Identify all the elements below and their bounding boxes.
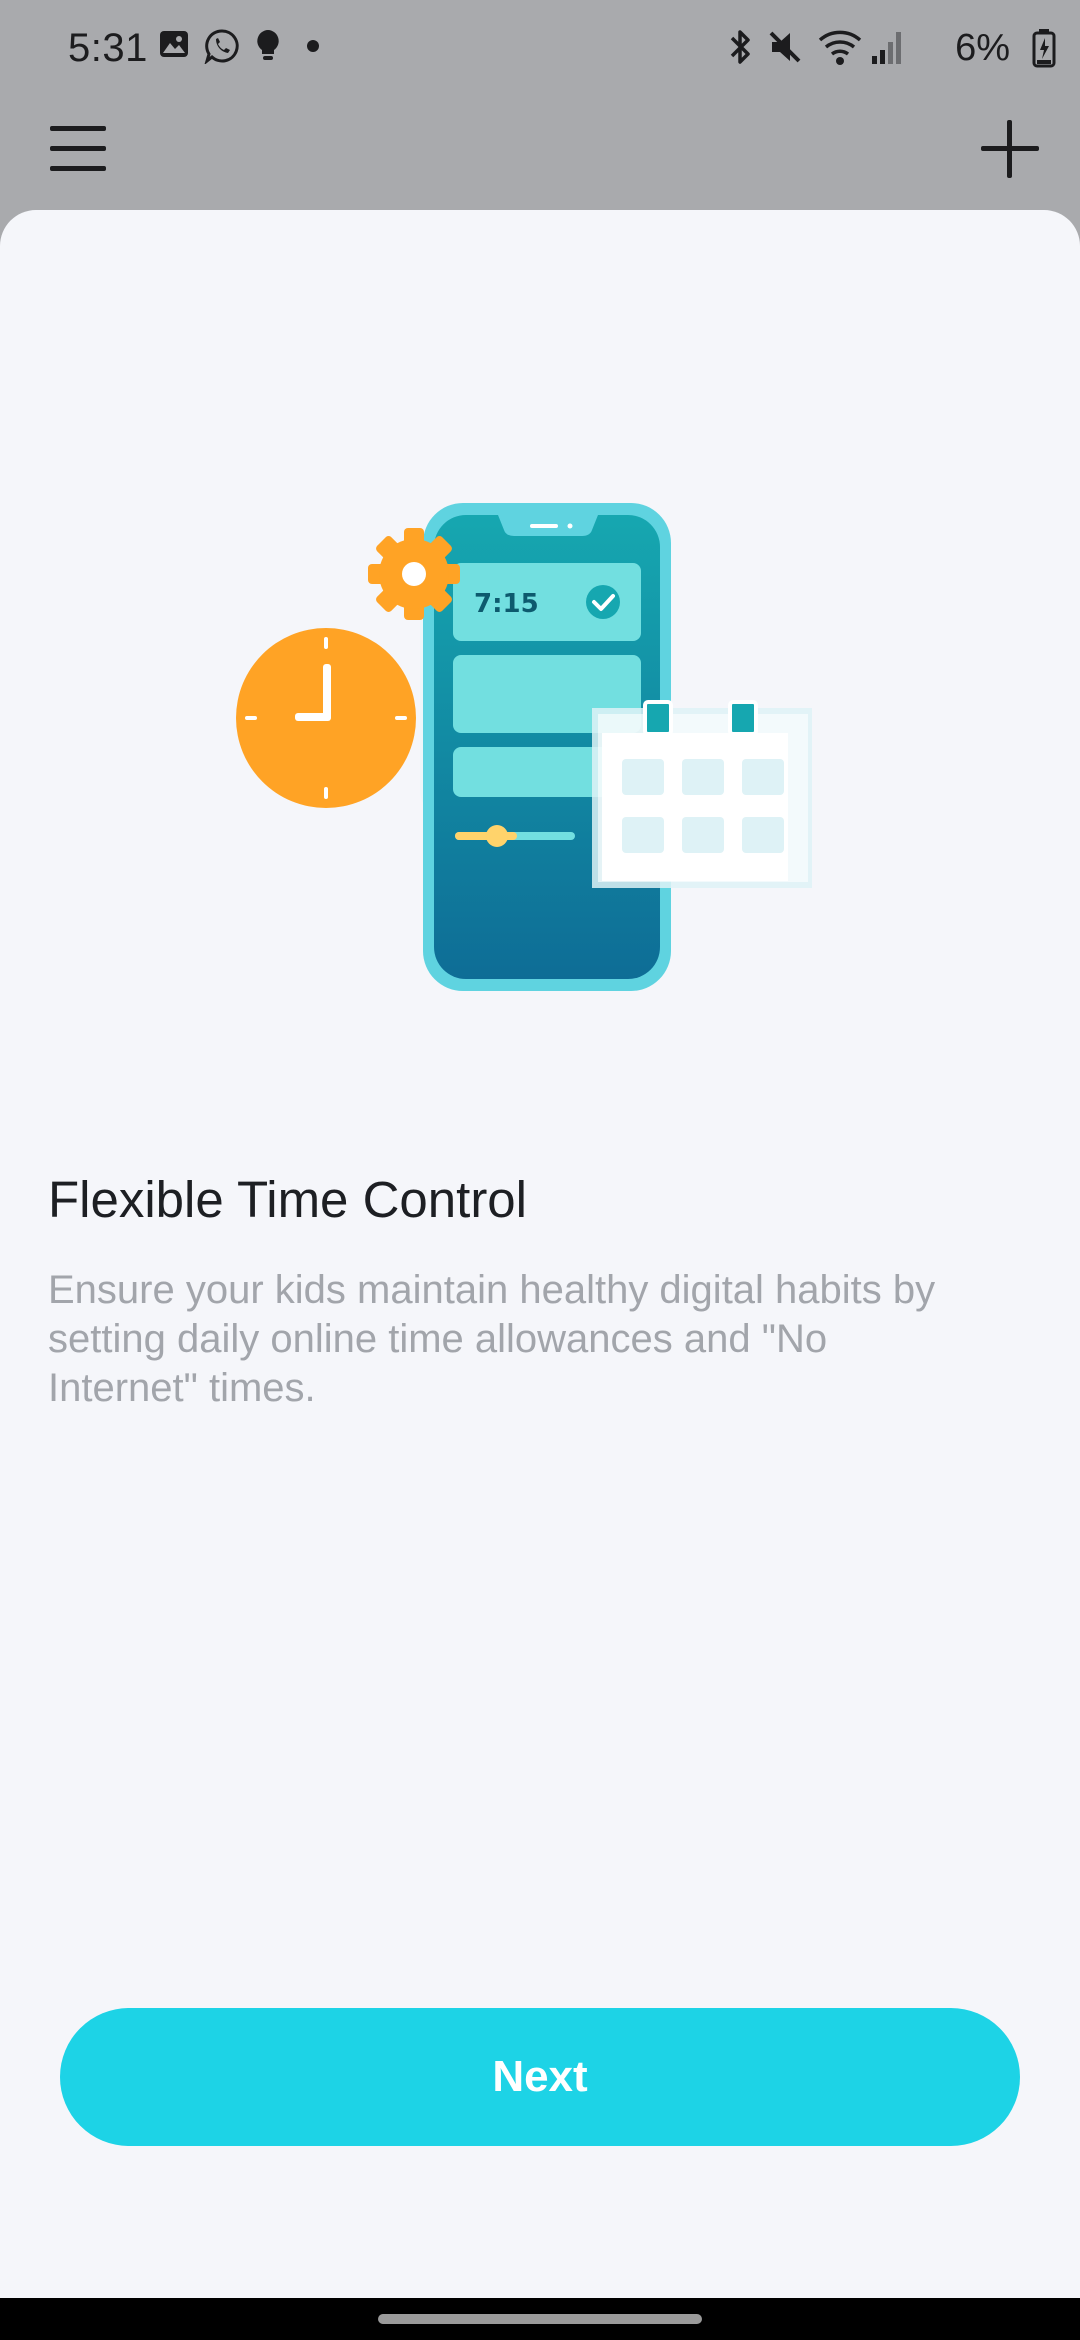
- wifi-icon: [818, 30, 862, 65]
- onboarding-sheet: 7:15 Flexible Time Control Ensure your k…: [0, 210, 1080, 2298]
- navigation-bar: [0, 2298, 1080, 2340]
- plus-icon: [981, 120, 1039, 178]
- clock-icon: [236, 628, 416, 808]
- onboarding-title: Flexible Time Control: [48, 1171, 527, 1228]
- home-indicator[interactable]: [378, 2314, 702, 2324]
- app-toolbar: [0, 96, 1080, 210]
- gallery-icon: [160, 31, 188, 57]
- status-bar: 5:31 6%: [0, 0, 1080, 96]
- phone-time-text: 7:15: [474, 589, 539, 619]
- bulb-icon: [257, 30, 279, 60]
- mute-icon: [769, 31, 801, 63]
- next-button[interactable]: Next: [60, 2008, 1020, 2146]
- menu-button[interactable]: [38, 108, 118, 188]
- battery-percent: 6%: [955, 27, 1010, 69]
- status-right-icons: 6%: [720, 27, 1080, 69]
- hamburger-menu-icon: [50, 126, 106, 171]
- battery-icon: [1032, 29, 1056, 68]
- status-time: 5:31: [68, 26, 148, 70]
- whatsapp-icon: [204, 29, 239, 64]
- check-icon: [586, 585, 620, 619]
- add-button[interactable]: [970, 108, 1050, 188]
- dot-icon: [307, 40, 319, 52]
- onboarding-description: Ensure your kids maintain healthy digita…: [48, 1268, 936, 1410]
- calendar-icon: [592, 700, 812, 888]
- gear-icon: [368, 528, 460, 620]
- signal-icon: [872, 32, 901, 64]
- time-control-illustration: 7:15: [236, 503, 812, 991]
- bluetooth-icon: [730, 30, 750, 64]
- slider-knob: [486, 825, 508, 847]
